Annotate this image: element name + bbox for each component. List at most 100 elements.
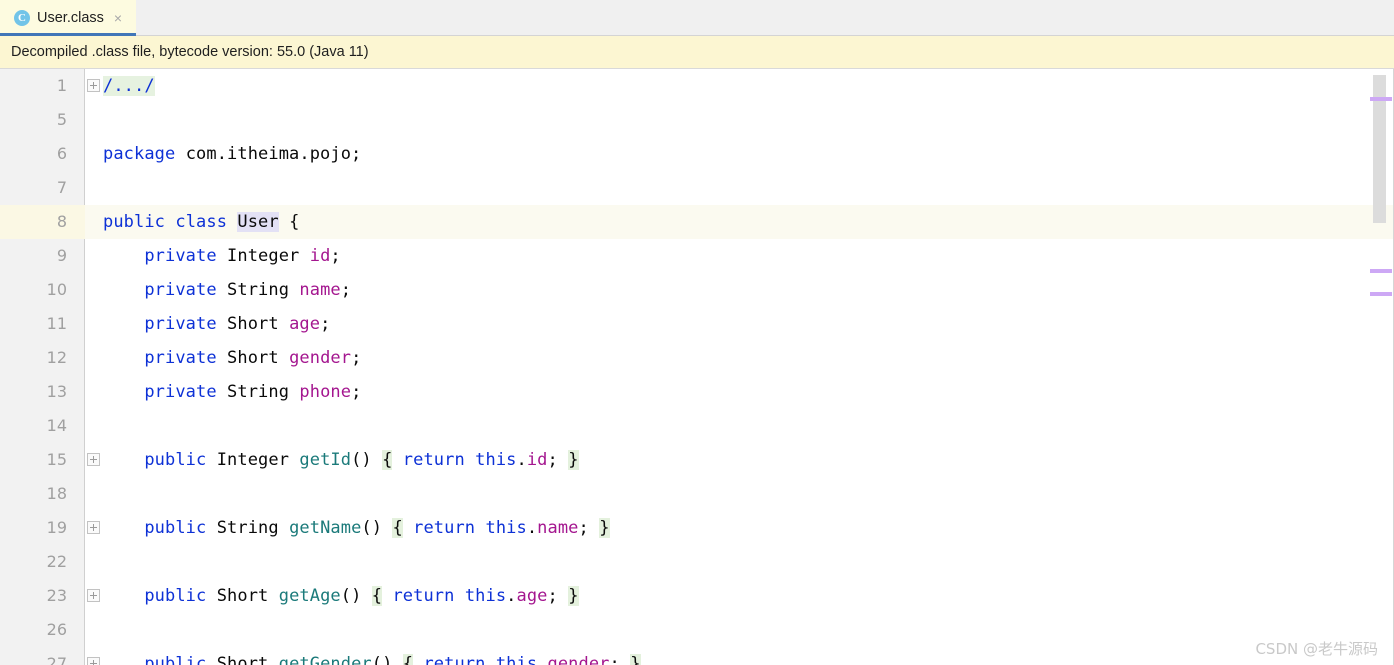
code-token: return (423, 654, 486, 665)
code-token: this (485, 518, 527, 538)
code-line[interactable]: 22 (0, 545, 1394, 579)
java-class-icon: C (14, 9, 30, 26)
code-line[interactable]: 26 (0, 613, 1394, 647)
scrollbar-marker[interactable] (1370, 292, 1392, 296)
code-line[interactable]: 23 public Short getAge() { return this.a… (0, 579, 1394, 613)
code-line[interactable]: 13 private String phone; (0, 375, 1394, 409)
code-token: getName (289, 518, 362, 538)
code-line[interactable]: 14 (0, 409, 1394, 443)
code-token: phone (299, 382, 352, 402)
code-line[interactable]: 1 /.../ (0, 69, 1394, 103)
code-token: private (144, 246, 217, 266)
code-token: age (516, 586, 548, 606)
code-token: com.itheima.pojo; (175, 144, 362, 164)
code-line[interactable]: 7 (0, 171, 1394, 205)
code-token: () (340, 586, 372, 606)
code-token: ; (547, 450, 569, 470)
code-token: User (237, 212, 279, 232)
code-token: this (464, 586, 507, 606)
code-line[interactable]: 6 package com.itheima.pojo; (0, 137, 1394, 171)
code-line-text: public class User { (103, 205, 299, 239)
line-number: 10 (46, 280, 67, 299)
code-line[interactable]: 18 (0, 477, 1394, 511)
code-token: Integer (216, 450, 290, 470)
code-token: public (144, 654, 207, 665)
fold-expand-icon[interactable] (87, 589, 100, 602)
close-icon[interactable]: × (114, 11, 122, 25)
line-number: 6 (56, 144, 67, 163)
code-line-text: private String name; (103, 273, 351, 307)
line-number: 1 (56, 76, 67, 95)
code-content: 1 /.../ 5 6 package com.itheima.pojo; 7 8 publi… (0, 69, 1394, 665)
code-token: String (227, 382, 290, 402)
code-token: gender (289, 348, 352, 368)
code-token: getGender (278, 654, 372, 665)
code-token: public (103, 212, 166, 232)
code-line[interactable]: 27 public Short getGender() { return thi… (0, 647, 1394, 665)
code-token: ; (578, 518, 600, 538)
code-token: age (289, 314, 321, 334)
code-token: ; (351, 382, 362, 402)
fold-expand-icon[interactable] (87, 453, 100, 466)
editor-tab-bar: C User.class × (0, 0, 1394, 36)
code-token: String (216, 518, 279, 538)
line-number: 9 (56, 246, 67, 265)
code-token: } (599, 518, 610, 538)
decompiled-notification-bar: Decompiled .class file, bytecode version… (0, 36, 1394, 69)
code-token: . (516, 450, 527, 470)
code-token: ; (547, 586, 569, 606)
code-line[interactable]: 5 (0, 103, 1394, 137)
code-token: String (227, 280, 290, 300)
code-line[interactable]: 12 private Short gender; (0, 341, 1394, 375)
line-number: 26 (46, 620, 67, 639)
code-line[interactable]: 19 public String getName() { return this… (0, 511, 1394, 545)
line-number: 22 (46, 552, 67, 571)
fold-expand-icon[interactable] (87, 79, 100, 92)
code-line[interactable]: 9 private Integer id; (0, 239, 1394, 273)
code-token: Short (216, 654, 269, 665)
code-line-text: private String phone; (103, 375, 361, 409)
code-token: public (144, 518, 207, 538)
decompiled-notification-text: Decompiled .class file, bytecode version… (11, 44, 369, 60)
scrollbar-marker[interactable] (1370, 269, 1392, 273)
tab-user-class[interactable]: C User.class × (0, 0, 136, 36)
code-token: getAge (278, 586, 341, 606)
code-token: { (371, 586, 383, 606)
code-token: return (413, 518, 476, 538)
code-token: private (144, 280, 217, 300)
editor-scrollbar-area[interactable] (1368, 69, 1394, 665)
code-line[interactable]: 15 public Integer getId() { return this.… (0, 443, 1394, 477)
code-line[interactable]: 11 private Short age; (0, 307, 1394, 341)
code-line[interactable]: 10 private String name; (0, 273, 1394, 307)
code-token: gender (547, 654, 610, 665)
code-token: public (144, 586, 207, 606)
code-editor[interactable]: 1 /.../ 5 6 package com.itheima.pojo; 7 8 publi… (0, 69, 1394, 665)
code-line[interactable]: 8 public class User { (0, 205, 1394, 239)
line-number: 14 (46, 416, 67, 435)
fold-expand-icon[interactable] (87, 521, 100, 534)
code-token: { (278, 212, 300, 232)
code-token: class (175, 212, 228, 232)
line-number: 8 (0, 205, 85, 239)
code-token: name (299, 280, 341, 300)
code-token: ; (340, 280, 352, 300)
line-number: 23 (46, 586, 67, 605)
scrollbar-marker[interactable] (1370, 97, 1392, 101)
fold-expand-icon[interactable] (87, 657, 100, 665)
